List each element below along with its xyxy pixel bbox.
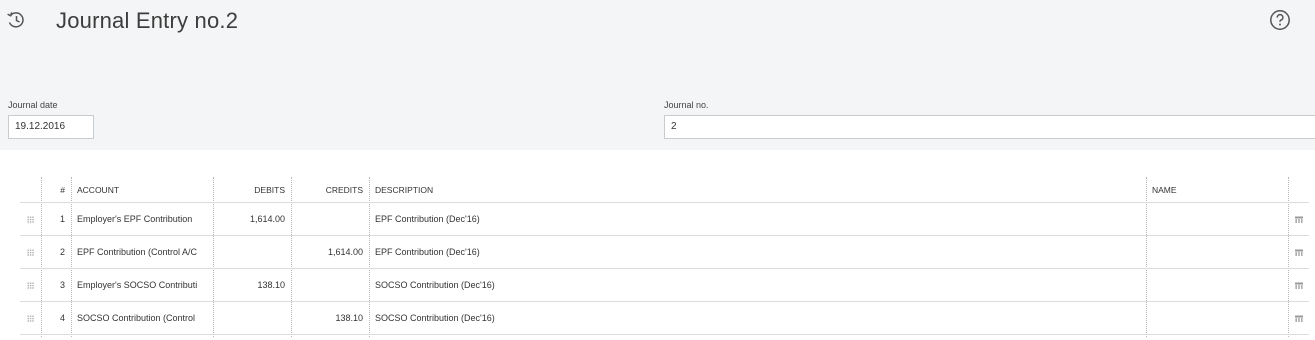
journal-date-label: Journal date [8, 100, 58, 110]
drag-column-header [20, 177, 41, 202]
row-action-icon[interactable] [1294, 281, 1304, 290]
drag-handle-icon[interactable] [27, 281, 34, 289]
history-icon[interactable] [4, 8, 28, 32]
page-title: Journal Entry no.2 [56, 8, 239, 33]
row-credits-cell[interactable] [291, 203, 369, 235]
drag-handle-icon[interactable] [27, 314, 34, 322]
row-debits-cell[interactable] [213, 236, 291, 268]
row-number: 4 [59, 313, 65, 323]
row-name-cell[interactable] [1146, 302, 1288, 334]
row-credits-cell[interactable]: 1,614.00 [291, 236, 369, 268]
row-action-cell[interactable] [1288, 203, 1309, 235]
row-action-cell[interactable] [1288, 269, 1309, 301]
row-account-cell[interactable]: EPF Contribution (Control A/C [71, 236, 213, 268]
row-action-icon[interactable] [1294, 215, 1304, 224]
row-account-cell[interactable]: Employer's EPF Contribution [71, 203, 213, 235]
table-row[interactable]: 4 SOCSO Contribution (Control 138.10 SOC… [20, 302, 1309, 335]
journal-date-input[interactable]: 19.12.2016 [8, 115, 94, 139]
journal-lines-table: # ACCOUNT DEBITS CREDITS DESCRIPTION NAM… [20, 177, 1309, 337]
column-header-number: # [60, 184, 65, 195]
column-header-credits: CREDITS [325, 184, 363, 195]
row-name-cell[interactable] [1146, 269, 1288, 301]
row-description-cell[interactable]: EPF Contribution (Dec'16) [369, 236, 1146, 268]
row-account-cell[interactable]: SOCSO Contribution (Control [71, 302, 213, 334]
column-header-description: DESCRIPTION [375, 184, 434, 195]
row-account-cell[interactable]: Employer's SOCSO Contributi [71, 269, 213, 301]
row-debits-cell[interactable]: 138.10 [213, 269, 291, 301]
row-description-cell[interactable]: SOCSO Contribution (Dec'16) [369, 269, 1146, 301]
row-drag-handle[interactable] [20, 203, 41, 235]
journal-no-input[interactable]: 2 [664, 115, 1315, 139]
row-description-cell[interactable]: SOCSO Contribution (Dec'16) [369, 302, 1146, 334]
journal-no-label: Journal no. [664, 100, 709, 110]
column-header-account: ACCOUNT [77, 184, 120, 195]
actions-column-header [1288, 177, 1309, 202]
row-number: 1 [59, 214, 65, 224]
row-drag-handle[interactable] [20, 236, 41, 268]
row-name-cell[interactable] [1146, 236, 1288, 268]
table-row[interactable]: 1 Employer's EPF Contribution 1,614.00 E… [20, 203, 1309, 236]
table-header-row: # ACCOUNT DEBITS CREDITS DESCRIPTION NAM… [20, 177, 1309, 203]
column-header-name: NAME [1152, 184, 1177, 195]
row-action-cell[interactable] [1288, 302, 1309, 334]
row-drag-handle[interactable] [20, 269, 41, 301]
row-action-icon[interactable] [1294, 314, 1304, 323]
row-debits-cell[interactable] [213, 302, 291, 334]
row-credits-cell[interactable] [291, 269, 369, 301]
help-icon[interactable] [1269, 9, 1291, 31]
row-drag-handle[interactable] [20, 302, 41, 334]
row-action-cell[interactable] [1288, 236, 1309, 268]
row-name-cell[interactable] [1146, 203, 1288, 235]
table-row[interactable]: 2 EPF Contribution (Control A/C 1,614.00… [20, 236, 1309, 269]
row-debits-cell[interactable]: 1,614.00 [213, 203, 291, 235]
row-description-cell[interactable]: EPF Contribution (Dec'16) [369, 203, 1146, 235]
row-number: 3 [59, 280, 65, 290]
row-credits-cell[interactable]: 138.10 [291, 302, 369, 334]
drag-handle-icon[interactable] [27, 248, 34, 256]
table-row[interactable]: 3 Employer's SOCSO Contributi 138.10 SOC… [20, 269, 1309, 302]
column-header-debits: DEBITS [254, 184, 285, 195]
drag-handle-icon[interactable] [27, 215, 34, 223]
row-action-icon[interactable] [1294, 248, 1304, 257]
row-number: 2 [59, 247, 65, 257]
